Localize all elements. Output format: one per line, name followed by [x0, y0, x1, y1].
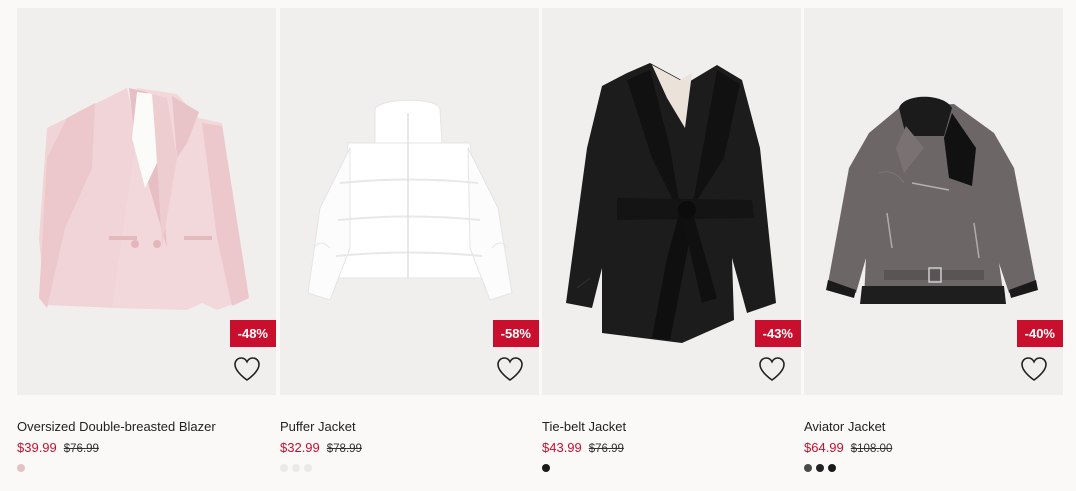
color-swatches: [542, 464, 801, 473]
product-grid: -48% Oversized Double-breasted Blazer $3…: [0, 0, 1076, 491]
product-title[interactable]: Tie-belt Jacket: [542, 419, 801, 434]
discount-badge: -43%: [754, 320, 801, 347]
color-swatch[interactable]: [804, 464, 812, 472]
product-image-container[interactable]: -43%: [542, 8, 801, 395]
discount-badge: -58%: [492, 320, 539, 347]
discount-badge: -40%: [1016, 320, 1063, 347]
heart-outline-icon[interactable]: [1020, 356, 1048, 382]
color-swatches: [17, 464, 276, 473]
product-card[interactable]: -40% Aviator Jacket $64.99 $108.00: [804, 8, 1063, 473]
color-swatches: [804, 464, 1063, 473]
sale-price: $64.99: [804, 440, 844, 455]
color-swatch[interactable]: [292, 464, 300, 472]
color-swatch[interactable]: [17, 464, 25, 472]
color-swatch[interactable]: [828, 464, 836, 472]
product-card[interactable]: -48% Oversized Double-breasted Blazer $3…: [17, 8, 276, 473]
product-prices: $39.99 $76.99: [17, 440, 276, 455]
discount-badge: -48%: [229, 320, 276, 347]
product-prices: $32.99 $78.99: [280, 440, 539, 455]
original-price: $76.99: [63, 443, 99, 455]
product-prices: $64.99 $108.00: [804, 440, 1063, 455]
sale-price: $39.99: [17, 440, 57, 455]
original-price: $76.99: [588, 443, 624, 455]
original-price: $108.00: [850, 443, 893, 455]
product-title[interactable]: Puffer Jacket: [280, 419, 539, 434]
heart-outline-icon[interactable]: [496, 356, 524, 382]
sale-price: $43.99: [542, 440, 582, 455]
product-title[interactable]: Aviator Jacket: [804, 419, 1063, 434]
color-swatches: [280, 464, 539, 473]
product-card[interactable]: -58% Puffer Jacket $32.99 $78.99: [280, 8, 539, 473]
color-swatch[interactable]: [280, 464, 288, 472]
original-price: $78.99: [326, 443, 362, 455]
color-swatch[interactable]: [542, 464, 550, 472]
heart-outline-icon[interactable]: [758, 356, 786, 382]
product-title[interactable]: Oversized Double-breasted Blazer: [17, 419, 276, 434]
color-swatch[interactable]: [816, 464, 824, 472]
product-image-container[interactable]: -48%: [17, 8, 276, 395]
color-swatch[interactable]: [304, 464, 312, 472]
product-image-container[interactable]: -58%: [280, 8, 539, 395]
sale-price: $32.99: [280, 440, 320, 455]
heart-outline-icon[interactable]: [233, 356, 261, 382]
product-prices: $43.99 $76.99: [542, 440, 801, 455]
product-card[interactable]: -43% Tie-belt Jacket $43.99 $76.99: [542, 8, 801, 473]
product-image-container[interactable]: -40%: [804, 8, 1063, 395]
